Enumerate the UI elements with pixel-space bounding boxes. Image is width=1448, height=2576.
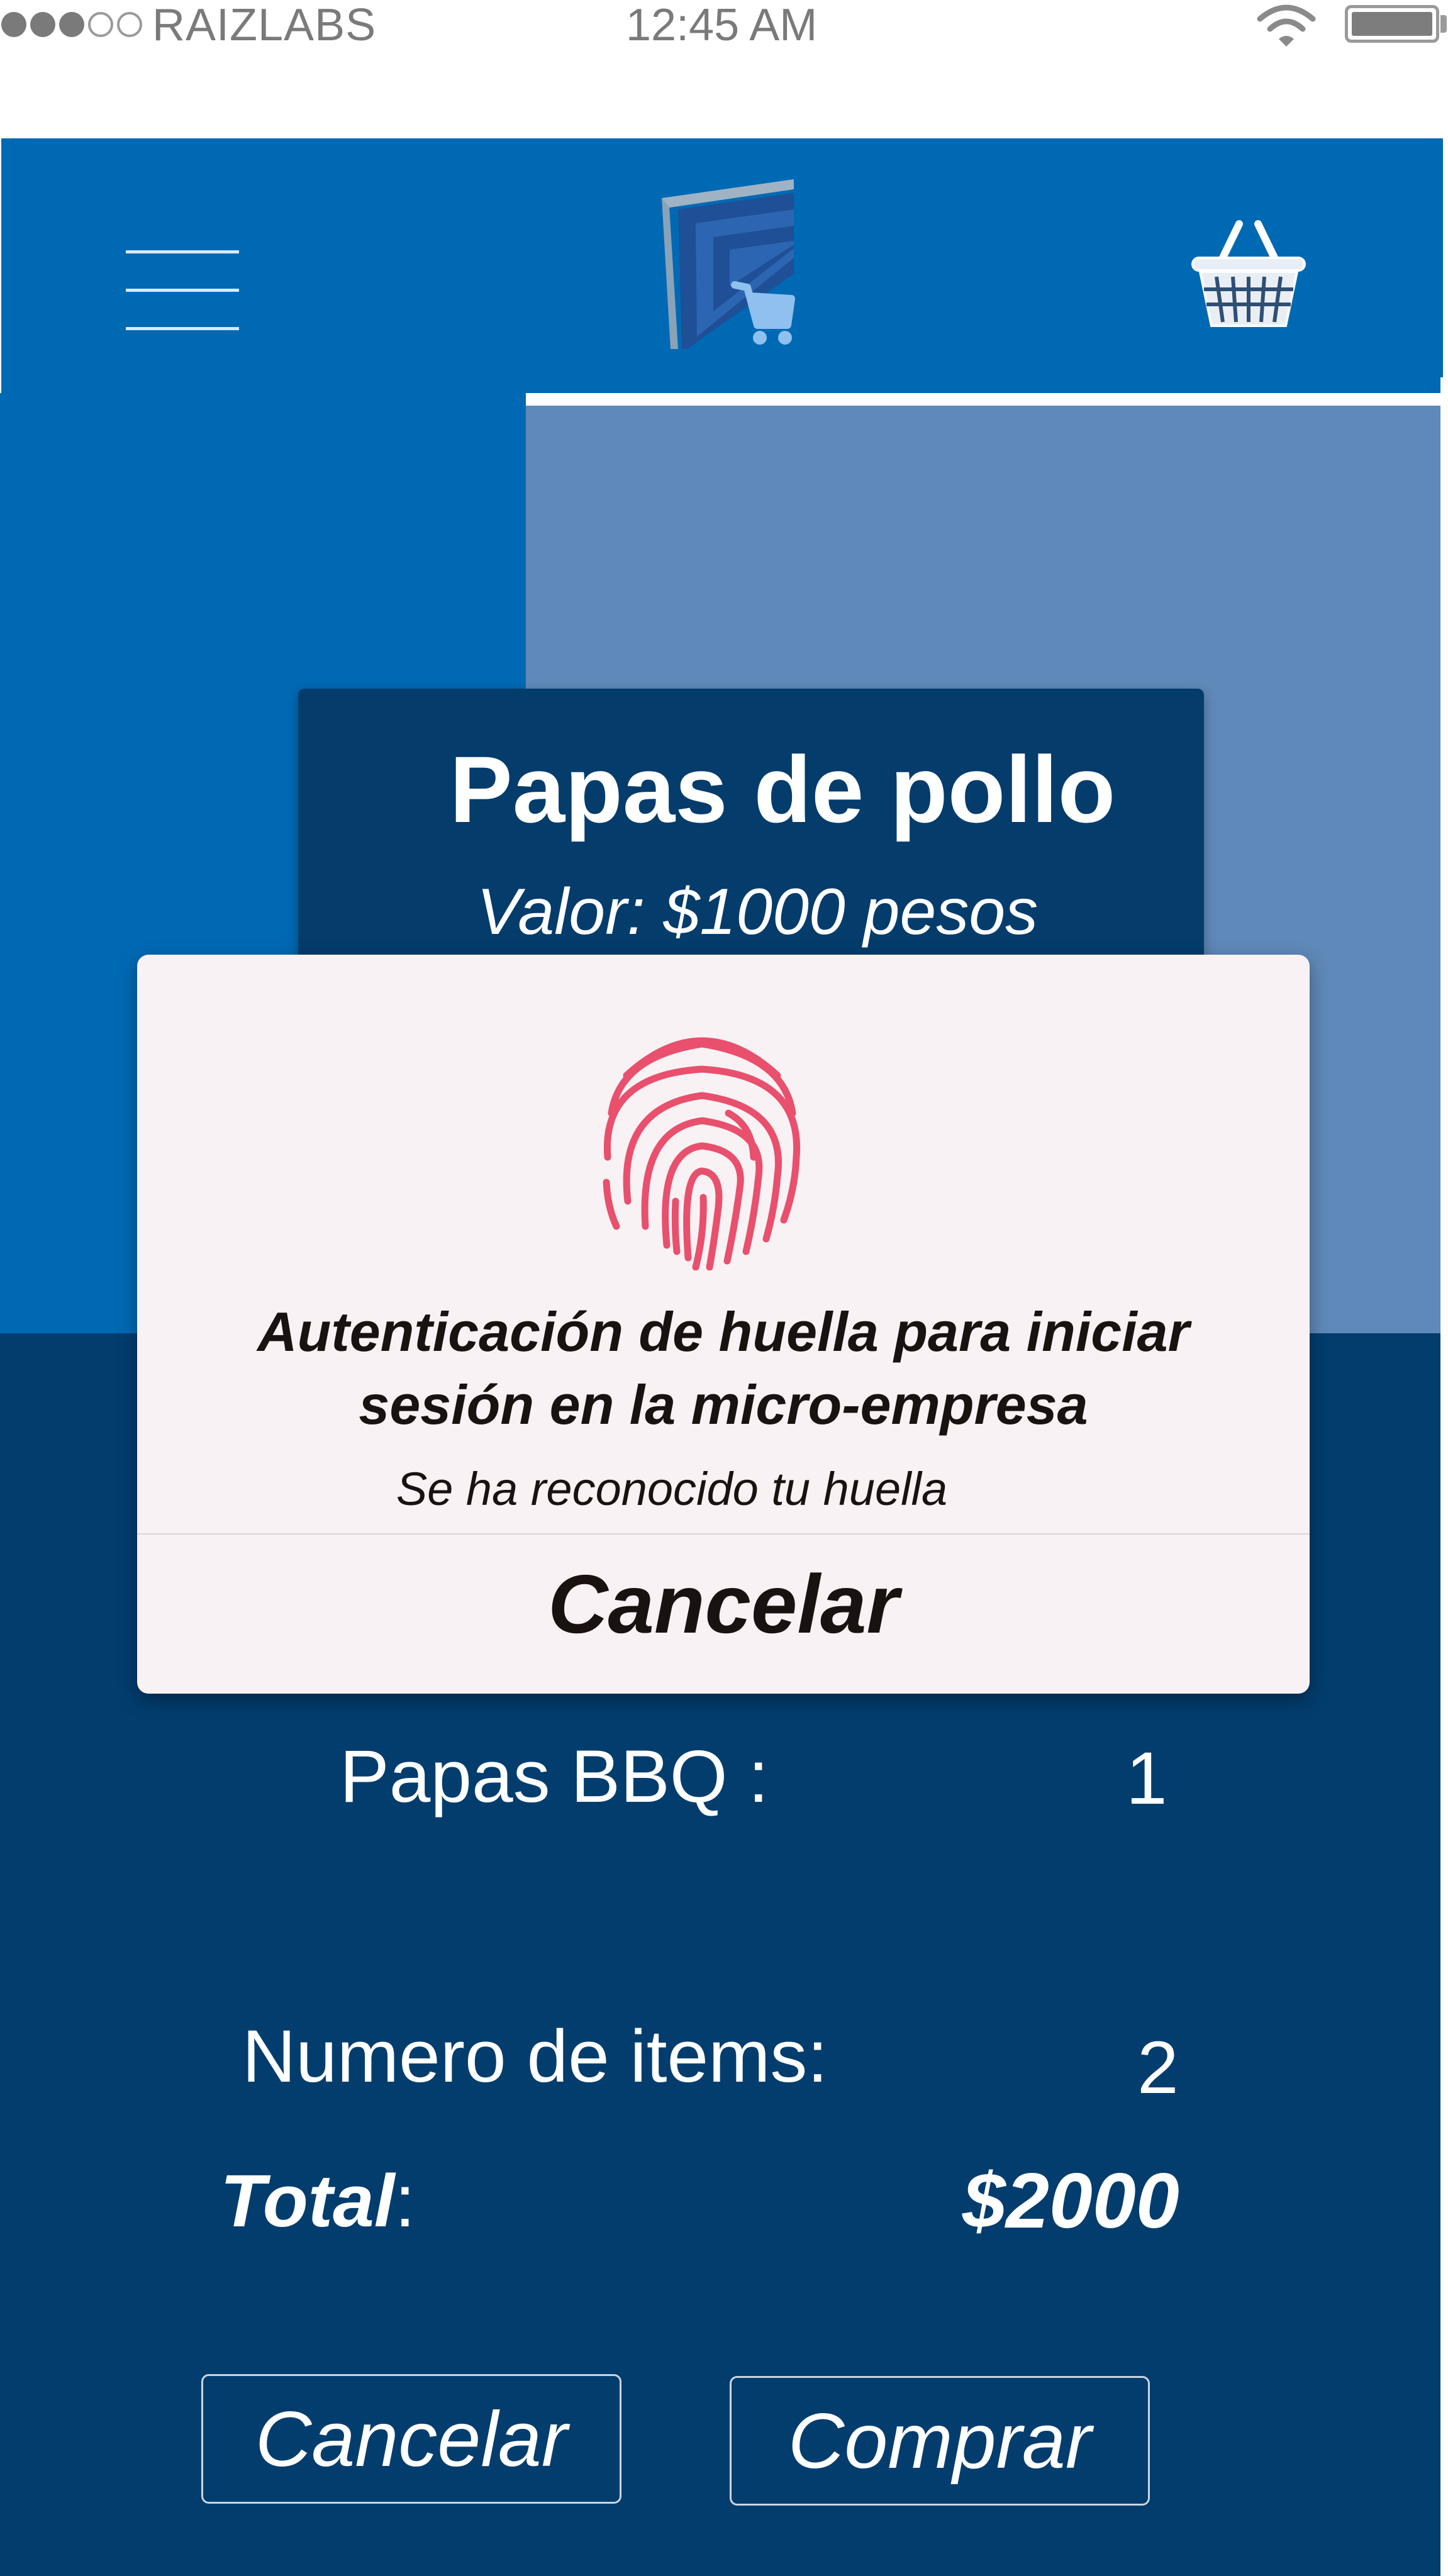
total-value: $2000 — [962, 2158, 1179, 2245]
order-item-label: Papas BBQ : — [340, 1735, 769, 1818]
total-label-colon: : — [394, 2160, 416, 2243]
dialog-title-line2: sesión en la micro-empresa — [359, 1374, 1088, 1436]
wifi-icon — [1257, 4, 1316, 47]
dialog-cancel-button[interactable]: Cancelar — [137, 1552, 1310, 1656]
shopping-cart-logo-icon[interactable] — [659, 179, 804, 355]
items-count-label: Numero de items: — [242, 2015, 828, 2098]
items-count-value: 2 — [1137, 2026, 1179, 2109]
dialog-subtitle: Se ha reconocido tu huella — [396, 1463, 948, 1515]
battery-level — [1352, 12, 1432, 36]
cancel-button[interactable]: Cancelar — [201, 2374, 621, 2504]
total-label: Total: — [220, 2157, 415, 2245]
right-edge — [1440, 377, 1448, 2576]
shopping-basket-icon[interactable] — [1189, 219, 1308, 332]
battery-icon — [1345, 5, 1439, 43]
fingerprint-icon — [603, 1037, 801, 1270]
status-time: 12:45 AM — [626, 0, 818, 50]
order-item-quantity: 1 — [1126, 1737, 1167, 1820]
signal-dot — [1, 12, 26, 37]
dialog-divider — [137, 1533, 1310, 1535]
carrier-name: RAIZLABS — [152, 0, 377, 50]
signal-dot — [88, 12, 113, 37]
total-label-text: Total — [220, 2160, 395, 2243]
battery-tip — [1440, 15, 1447, 33]
dialog-title-line1: Autenticación de huella para iniciar — [257, 1301, 1189, 1363]
product-price: Valor: $1000 pesos — [476, 875, 1039, 948]
signal-dot — [59, 12, 84, 37]
dialog-title: Autenticación de huella para iniciar ses… — [137, 1296, 1310, 1441]
product-title: Papas de pollo — [449, 736, 1116, 842]
signal-dot — [117, 12, 142, 37]
hamburger-menu-icon[interactable] — [126, 250, 239, 331]
signal-dot — [30, 12, 55, 37]
buy-button[interactable]: Comprar — [730, 2376, 1150, 2506]
signal-strength-icon — [1, 9, 142, 40]
